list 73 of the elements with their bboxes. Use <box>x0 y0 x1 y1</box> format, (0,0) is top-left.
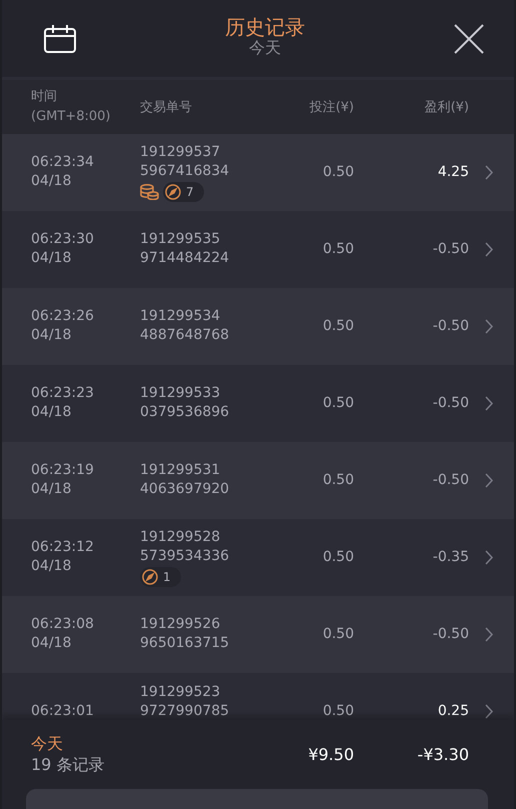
compass-icon <box>142 568 158 585</box>
column-header: 盈利(¥) <box>424 98 469 116</box>
free-spins-badge: 1 <box>140 566 181 587</box>
order-number: 191299537 <box>140 142 220 162</box>
chevron-right-icon[interactable] <box>485 318 493 334</box>
order-number: 5967416834 <box>140 162 230 181</box>
order-number: 191299528 <box>140 528 220 547</box>
profit-amount: 0.25 <box>436 702 469 720</box>
order-number: 191299531 <box>140 461 220 480</box>
column-header: 时间 <box>31 88 58 106</box>
order-number: 9714484224 <box>140 249 230 268</box>
order-number: 191299534 <box>140 307 220 326</box>
calendar-icon[interactable] <box>44 24 76 53</box>
timestamp: 06:23:30 <box>31 230 94 250</box>
bet-amount: 0.50 <box>322 624 354 644</box>
profit-amount: -0.50 <box>432 470 469 490</box>
bet-amount: 0.50 <box>322 394 354 413</box>
chevron-right-icon[interactable] <box>485 472 493 488</box>
page-title: 历史记录 <box>225 14 305 39</box>
profit-amount: -0.50 <box>432 316 469 336</box>
profit-amount: -0.50 <box>432 624 469 644</box>
page-subtitle: 今天 <box>249 38 281 57</box>
order-number: 191299523 <box>140 682 220 702</box>
order-number: 0379536896 <box>140 403 230 422</box>
order-number: 9727990785 <box>140 702 230 720</box>
total-bet: ¥9.50 <box>307 744 354 765</box>
chevron-right-icon[interactable] <box>485 164 493 180</box>
timestamp: 04/18 <box>31 634 72 654</box>
order-number: 191299535 <box>140 230 220 250</box>
timestamp: 04/18 <box>31 172 72 192</box>
order-number: 5739534336 <box>140 546 230 566</box>
timestamp: 06:23:23 <box>31 384 94 404</box>
timestamp: 04/18 <box>31 480 72 500</box>
profit-amount: 4.25 <box>436 162 469 182</box>
timestamp: 04/18 <box>31 326 72 346</box>
column-header: 交易单号 <box>140 98 193 116</box>
bet-amount: 0.50 <box>322 162 354 182</box>
bet-amount: 0.50 <box>322 316 354 336</box>
total-profit: -¥3.30 <box>416 744 469 765</box>
bet-amount: 0.50 <box>322 470 354 490</box>
timestamp: 06:23:08 <box>31 615 94 634</box>
order-number: 4887648768 <box>140 326 230 346</box>
chevron-right-icon[interactable] <box>485 626 493 642</box>
profit-amount: -0.35 <box>432 548 469 567</box>
column-header: 投注(¥) <box>308 98 354 116</box>
timestamp: 04/18 <box>31 557 72 576</box>
timestamp: 06:23:12 <box>31 538 94 558</box>
record-count: 19 条记录 <box>31 754 106 776</box>
close-icon[interactable] <box>454 24 484 54</box>
period-label: 今天 <box>31 733 64 754</box>
chevron-right-icon[interactable] <box>485 704 493 719</box>
bet-amount: 0.50 <box>322 548 354 567</box>
column-header: (GMT+8:00) <box>31 108 112 126</box>
chevron-right-icon[interactable] <box>485 396 493 411</box>
timestamp: 06:23:34 <box>31 153 94 172</box>
coins-icon <box>140 184 159 200</box>
timestamp: 04/18 <box>31 403 72 422</box>
chevron-right-icon[interactable] <box>485 242 493 257</box>
compass-icon <box>165 184 181 200</box>
timestamp: 06:23:19 <box>31 461 94 480</box>
order-number: 191299526 <box>140 615 220 634</box>
timestamp: 04/18 <box>31 249 72 268</box>
bet-amount: 0.50 <box>322 240 354 259</box>
order-number: 191299533 <box>140 384 220 404</box>
order-number: 9650163715 <box>140 634 230 654</box>
free-spins-badge: 7 <box>163 182 204 202</box>
profit-amount: -0.50 <box>432 394 469 413</box>
order-number: 4063697920 <box>140 480 230 500</box>
chevron-right-icon[interactable] <box>485 550 493 565</box>
profit-amount: -0.50 <box>432 240 469 259</box>
timestamp: 06:23:01 <box>31 702 94 720</box>
timestamp: 06:23:26 <box>31 307 94 326</box>
bet-amount: 0.50 <box>322 702 354 720</box>
